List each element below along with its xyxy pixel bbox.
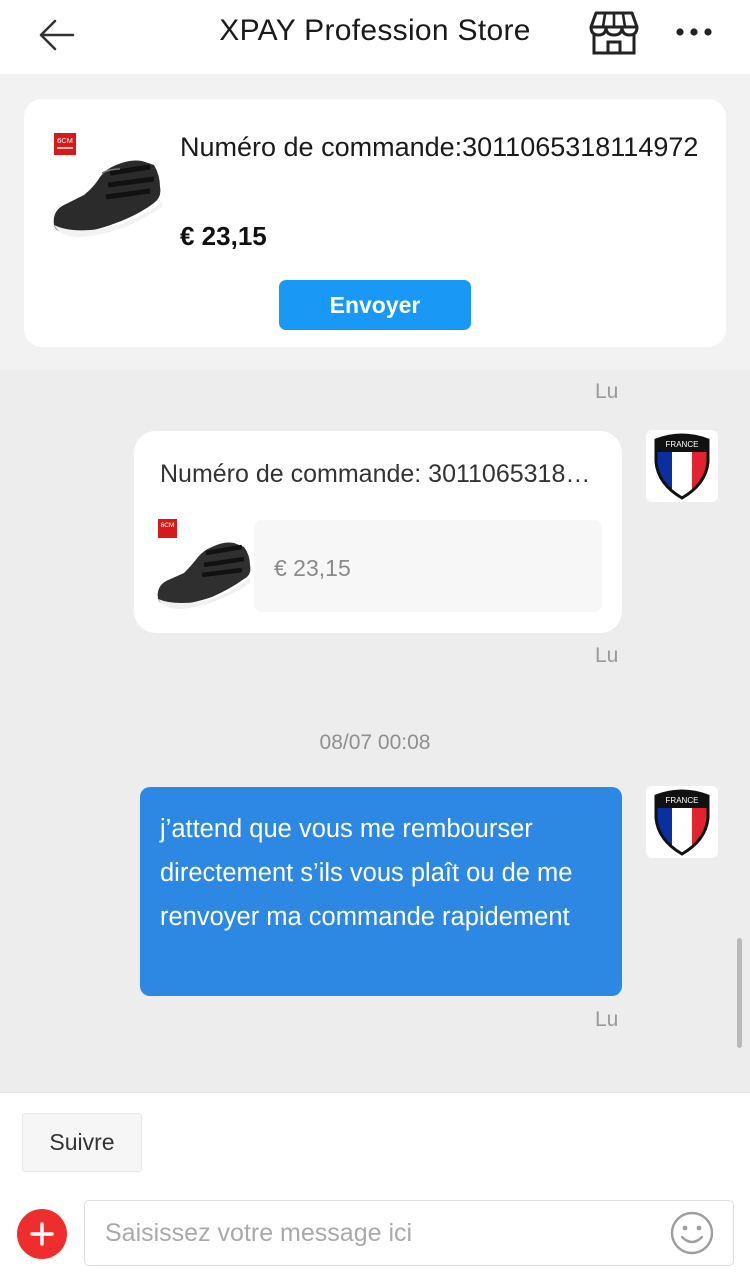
order-card: 6CM Numéro de commande:3011065318114972 …	[24, 99, 726, 347]
shoe-thumbnail: 6CM	[53, 133, 162, 237]
emoji-button[interactable]	[669, 1210, 715, 1256]
france-shield-icon: FRANCE	[654, 433, 710, 500]
message-input-box	[84, 1200, 734, 1266]
more-horizontal-icon	[676, 28, 712, 36]
bottom-bar: Suivre	[0, 1092, 750, 1281]
message-timestamp: 08/07 00:08	[319, 731, 431, 754]
text-message-bubble[interactable]: j’attend que vous me rembourser directem…	[140, 787, 622, 996]
avatar[interactable]: FRANCE	[646, 786, 718, 858]
france-shield-icon: FRANCE	[654, 789, 710, 856]
order-number: Numéro de commande:3011065318114972	[180, 132, 699, 162]
product-message-bubble[interactable]: Numéro de commande: 3011065318114972 6CM…	[134, 431, 622, 633]
scrollbar[interactable]	[737, 938, 742, 1048]
svg-text:FRANCE: FRANCE	[666, 440, 699, 449]
plus-icon	[30, 1222, 54, 1246]
svg-text:FRANCE: FRANCE	[666, 796, 699, 805]
product-price-box: € 23,15	[254, 520, 602, 612]
read-receipt: Lu	[595, 644, 619, 667]
svg-text:6CM: 6CM	[161, 522, 175, 529]
order-section: 6CM Numéro de commande:3011065318114972 …	[0, 74, 750, 370]
add-attachment-button[interactable]	[17, 1209, 67, 1259]
avatar[interactable]: FRANCE	[646, 430, 718, 502]
order-price: € 23,15	[180, 221, 267, 251]
chat-area: Lu FRANCE Numéro de commande: 3011065318…	[0, 370, 750, 1092]
read-receipt: Lu	[595, 380, 619, 403]
follow-button[interactable]: Suivre	[22, 1113, 142, 1172]
top-bar: XPAY Profession Store	[0, 0, 750, 74]
shoe-thumbnail: 6CM	[157, 519, 251, 609]
storefront-icon	[589, 11, 639, 55]
smiley-icon	[670, 1211, 714, 1255]
store-button[interactable]	[588, 10, 640, 56]
product-message-title: Numéro de commande: 3011065318114972	[160, 460, 600, 488]
send-order-button[interactable]: Envoyer	[279, 280, 471, 330]
read-receipt: Lu	[595, 1008, 619, 1031]
svg-text:6CM: 6CM	[57, 136, 73, 145]
more-options-button[interactable]	[672, 14, 716, 50]
message-input[interactable]	[85, 1201, 655, 1265]
product-message-price: € 23,15	[274, 555, 351, 581]
